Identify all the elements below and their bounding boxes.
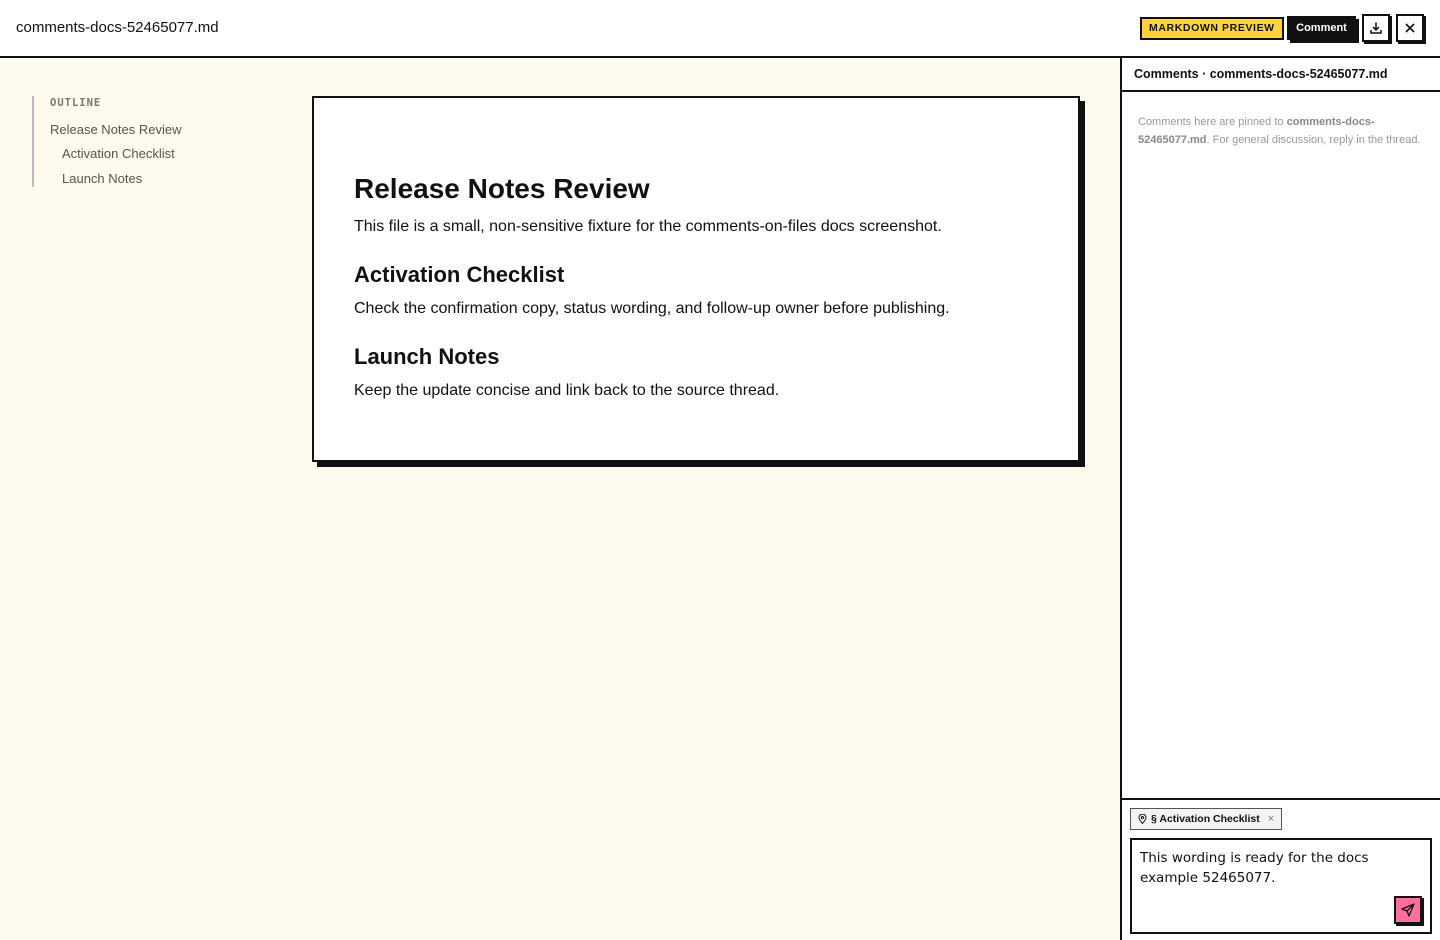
comment-input[interactable]: This wording is ready for the docs examp… bbox=[1130, 838, 1432, 934]
comment-button[interactable]: Comment bbox=[1287, 16, 1356, 40]
outline-item-activation-checklist[interactable]: Activation Checklist bbox=[62, 147, 272, 161]
anchor-chip-label: § Activation Checklist bbox=[1151, 813, 1260, 825]
comments-panel-header: Comments · comments-docs-52465077.md bbox=[1122, 58, 1440, 92]
section-body-launch-notes: Keep the update concise and link back to… bbox=[354, 382, 780, 399]
close-button[interactable] bbox=[1396, 14, 1424, 42]
outline-item-launch-notes[interactable]: Launch Notes bbox=[62, 172, 272, 186]
section-heading-activation-checklist[interactable]: Activation Checklist bbox=[354, 262, 1038, 288]
document-intro: This file is a small, non-sensitive fixt… bbox=[354, 218, 942, 235]
note-prefix: Comments here are pinned to bbox=[1138, 116, 1287, 128]
preview-area: OUTLINE Release Notes Review Activation … bbox=[0, 58, 1120, 940]
document-card: Release Notes Review This file is a smal… bbox=[312, 96, 1080, 462]
outline-nav: OUTLINE Release Notes Review Activation … bbox=[32, 96, 272, 187]
comment-composer: § Activation Checklist × This wording is… bbox=[1122, 798, 1440, 940]
download-button[interactable] bbox=[1362, 14, 1390, 42]
section-heading-launch-notes[interactable]: Launch Notes bbox=[354, 344, 1038, 370]
anchor-chip[interactable]: § Activation Checklist × bbox=[1130, 808, 1283, 830]
download-icon bbox=[1370, 22, 1382, 34]
outline-label: OUTLINE bbox=[50, 97, 102, 109]
section-body-activation-checklist: Check the confirmation copy, status word… bbox=[354, 300, 950, 317]
top-bar: comments-docs-52465077.md MARKDOWN PREVI… bbox=[0, 0, 1440, 58]
note-suffix: . For general discussion, reply in the t… bbox=[1206, 134, 1421, 146]
file-title: comments-docs-52465077.md bbox=[16, 19, 219, 36]
markdown-preview-badge[interactable]: MARKDOWN PREVIEW bbox=[1140, 17, 1284, 40]
send-button[interactable] bbox=[1394, 896, 1422, 924]
close-icon bbox=[1405, 23, 1415, 33]
pin-icon bbox=[1138, 814, 1147, 824]
document-title: Release Notes Review bbox=[354, 173, 650, 204]
comments-pinned-note: Comments here are pinned to comments-doc… bbox=[1122, 92, 1440, 149]
outline-item-release-notes-review[interactable]: Release Notes Review bbox=[50, 123, 272, 137]
comments-panel: Comments · comments-docs-52465077.md Com… bbox=[1120, 58, 1440, 940]
remove-anchor-icon[interactable]: × bbox=[1268, 813, 1274, 825]
send-icon bbox=[1401, 903, 1415, 917]
